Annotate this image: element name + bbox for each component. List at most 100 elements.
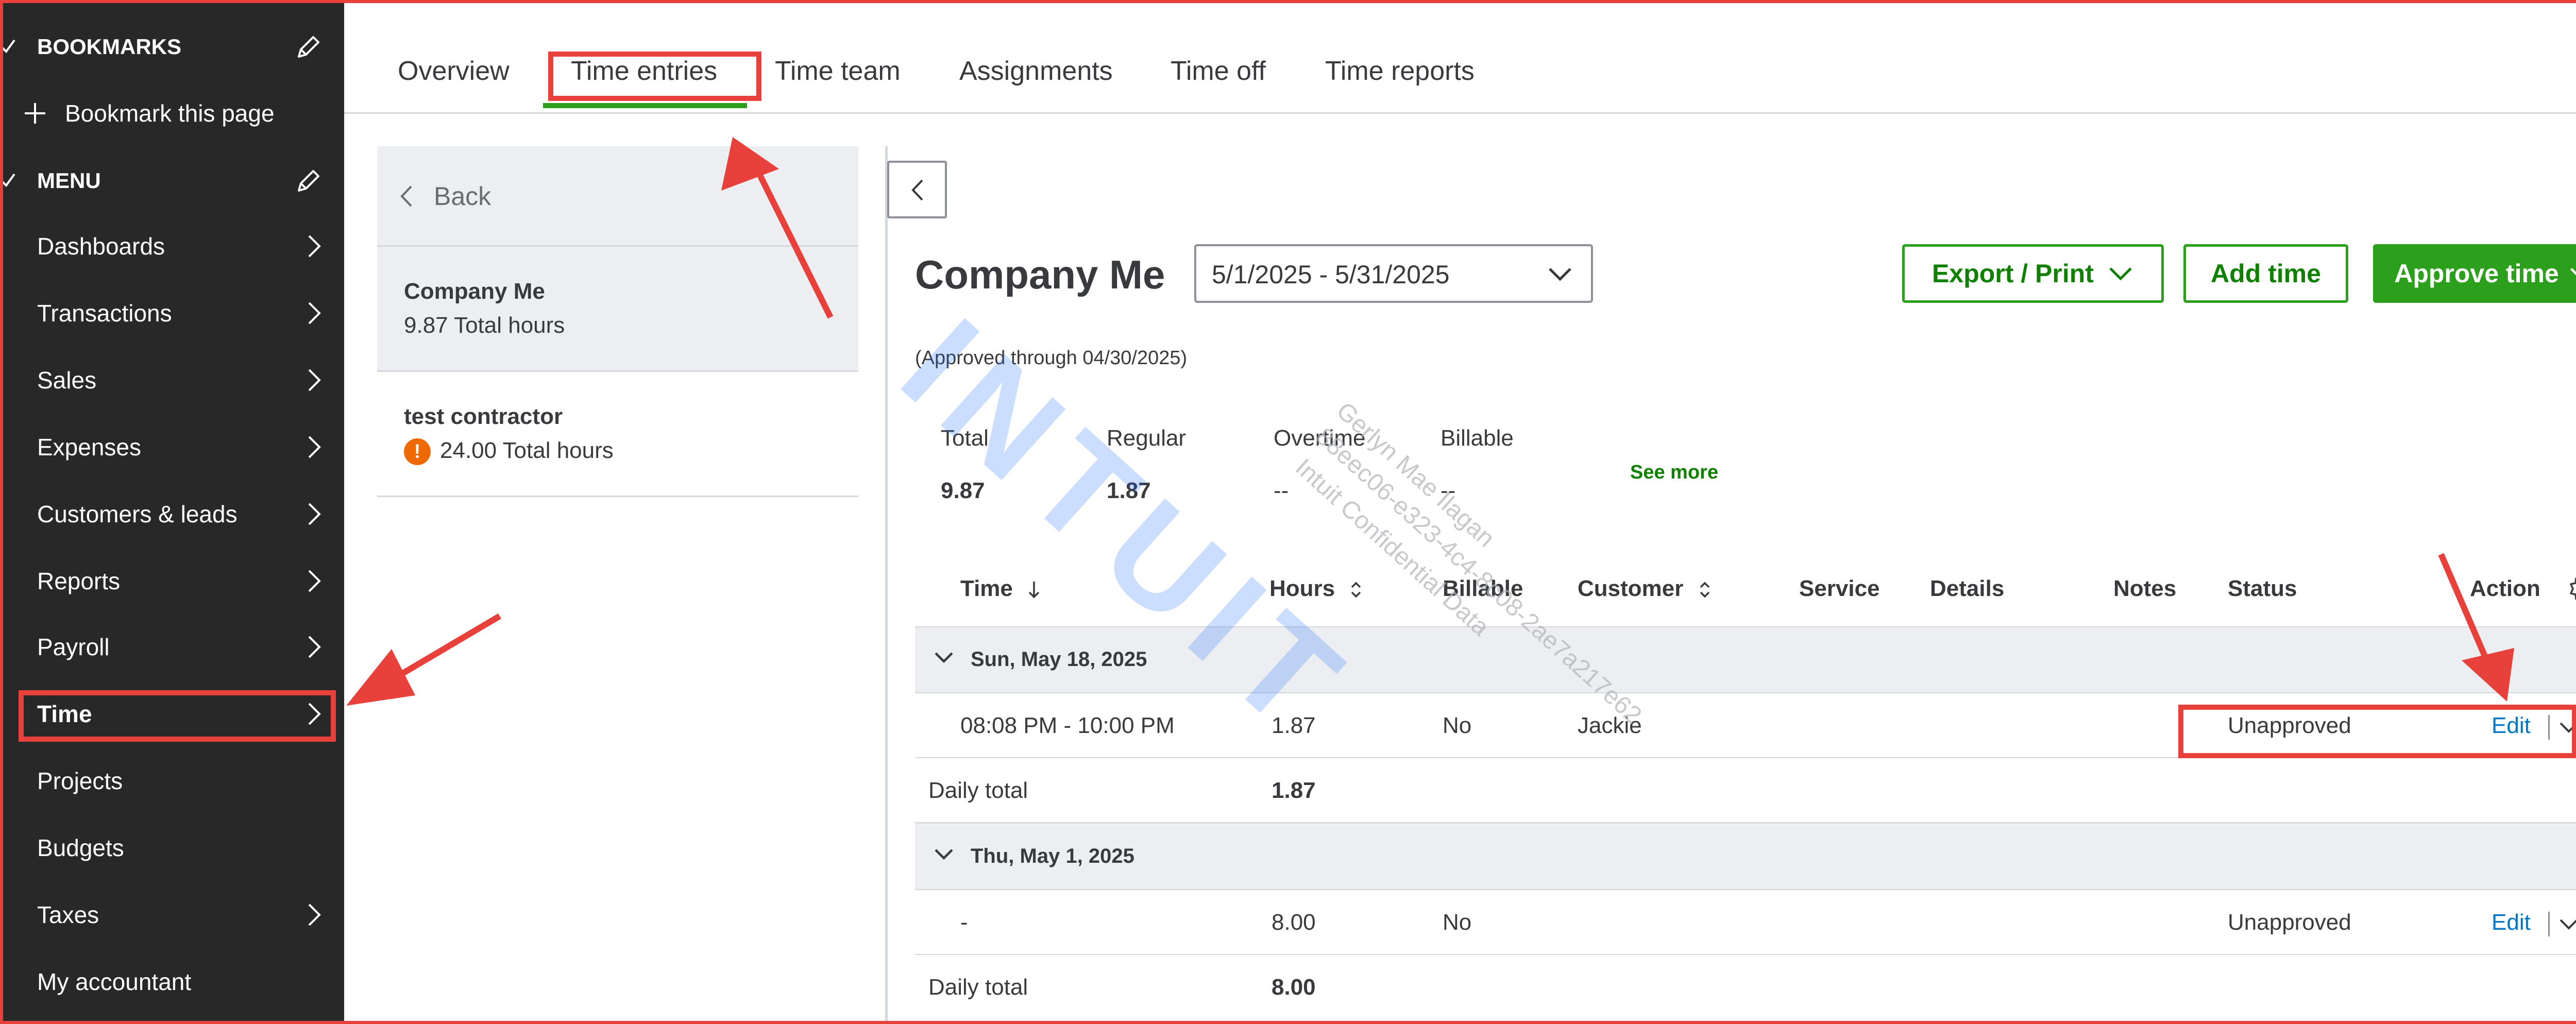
sidebar-item-budgets[interactable]: Budgets (0, 823, 344, 873)
person-name: Company Me (404, 279, 545, 304)
table-row[interactable]: - 8.00 No Unapproved Edit (915, 890, 2576, 955)
left-navigation: BOOKMARKS Bookmark this page MENU Dashbo… (0, 0, 344, 1024)
column-header-action: Action (2470, 576, 2540, 601)
group-date: Sun, May 18, 2025 (971, 648, 1147, 671)
menu-header[interactable]: MENU (0, 163, 344, 199)
warning-icon: ! (404, 438, 431, 466)
daily-total-row: Daily total 1.87 (915, 758, 2576, 824)
collapse-panel-button[interactable] (887, 161, 947, 218)
sidebar-item-dashboards[interactable]: Dashboards (0, 221, 344, 271)
export-print-button[interactable]: Export / Print (1902, 244, 2164, 303)
annotation-highlight-time-entries (548, 52, 761, 101)
chevron-right-icon (308, 235, 321, 258)
summary-overtime-value: -- (1274, 478, 1289, 503)
page-title: Company Me (915, 252, 1165, 297)
cell-time: - (960, 910, 968, 935)
bookmark-this-page-label: Bookmark this page (65, 100, 275, 127)
daily-total-label: Daily total (928, 975, 1028, 1000)
sort-icon (1351, 582, 1361, 598)
list-item[interactable]: test contractor ! 24.00 Total hours (377, 372, 858, 497)
arrow-to-time-menu (346, 613, 502, 706)
chevron-down-icon (935, 849, 953, 860)
pencil-icon[interactable] (294, 33, 323, 62)
column-header-service: Service (1799, 576, 1880, 601)
bookmarks-title: BOOKMARKS (37, 35, 181, 59)
sidebar-item-reports[interactable]: Reports (0, 556, 344, 606)
sidebar-item-expenses[interactable]: Expenses (0, 422, 344, 472)
chevron-down-icon (2109, 267, 2132, 281)
sidebar-item-customers-leads[interactable]: Customers & leads (0, 489, 344, 539)
column-header-notes: Notes (2113, 576, 2177, 601)
menu-title: MENU (37, 168, 101, 193)
export-print-label: Export / Print (1932, 259, 2094, 288)
sidebar-item-label: My accountant (37, 968, 192, 995)
sidebar-item-transactions[interactable]: Transactions (0, 288, 344, 338)
person-name: test contractor (404, 404, 563, 429)
chevron-right-icon (308, 369, 321, 391)
sidebar-item-taxes[interactable]: Taxes (0, 890, 344, 940)
list-item[interactable]: Company Me 9.87 Total hours (377, 247, 858, 372)
person-total-hours: 9.87 Total hours (404, 313, 565, 338)
date-range-select[interactable]: 5/1/2025 - 5/31/2025 (1194, 244, 1593, 303)
approve-time-button[interactable]: Approve time (2373, 244, 2576, 303)
daily-total-value: 8.00 (1272, 975, 1316, 1000)
chevron-down-icon[interactable] (2558, 917, 2576, 931)
chevron-down-icon (935, 652, 953, 663)
sidebar-item-my-accountant[interactable]: My accountant (0, 957, 344, 1006)
daily-total-value: 1.87 (1272, 778, 1316, 803)
column-header-label: Customer (1578, 576, 1684, 601)
cell-billable: No (1443, 910, 1472, 935)
tab-overview[interactable]: Overview (398, 56, 510, 87)
plus-icon (25, 103, 45, 124)
action-separator (2548, 912, 2550, 936)
table-group-row[interactable]: Thu, May 1, 2025 (915, 824, 2576, 891)
cell-status: Unapproved (2228, 910, 2351, 935)
chevron-left-icon (400, 185, 412, 207)
sidebar-item-projects[interactable]: Projects (0, 756, 344, 806)
column-header-time[interactable]: Time (960, 576, 1042, 602)
active-tab-indicator (543, 103, 747, 108)
cell-hours: 8.00 (1272, 910, 1316, 935)
tab-assignments[interactable]: Assignments (959, 56, 1113, 87)
add-time-label: Add time (2211, 259, 2321, 288)
date-range-value: 5/1/2025 - 5/31/2025 (1212, 260, 1450, 289)
pencil-icon[interactable] (294, 167, 323, 196)
edit-link[interactable]: Edit (2492, 910, 2531, 935)
cell-billable: No (1443, 713, 1472, 738)
column-header-label: Time (960, 576, 1013, 601)
chevron-right-icon (308, 436, 321, 458)
chevron-right-icon (308, 302, 321, 325)
bookmarks-header[interactable]: BOOKMARKS (0, 29, 344, 65)
chevron-right-icon (308, 636, 321, 658)
back-button[interactable]: Back (377, 146, 858, 247)
sidebar-item-label: Customers & leads (37, 501, 238, 527)
sidebar-item-sales[interactable]: Sales (0, 355, 344, 405)
column-header-details: Details (1930, 576, 2005, 601)
daily-total-row: Daily total 8.00 (915, 955, 2576, 1019)
annotation-highlight-time (19, 690, 336, 742)
daily-total-label: Daily total (928, 778, 1028, 803)
column-header-customer[interactable]: Customer (1578, 576, 1713, 602)
sidebar-item-label: Sales (37, 367, 97, 394)
person-total-hours: 24.00 Total hours (440, 438, 614, 463)
add-time-button[interactable]: Add time (2183, 244, 2348, 303)
sidebar-item-label: Transactions (37, 300, 172, 327)
sidebar-item-label: Taxes (37, 901, 99, 928)
sidebar-item-label: Reports (37, 568, 121, 594)
sidebar-item-label: Payroll (37, 634, 110, 660)
sidebar-item-label: Projects (37, 767, 123, 794)
tab-time-reports[interactable]: Time reports (1325, 56, 1475, 87)
check-icon (0, 173, 15, 187)
chevron-left-icon (911, 179, 923, 201)
chevron-down-icon (2570, 268, 2576, 276)
tab-time-off[interactable]: Time off (1171, 56, 1266, 87)
sidebar-item-payroll[interactable]: Payroll (0, 622, 344, 672)
bookmark-this-page-link[interactable]: Bookmark this page (21, 95, 275, 132)
see-more-link[interactable]: See more (1630, 462, 1718, 484)
sidebar-item-label: Expenses (37, 434, 142, 460)
group-date: Thu, May 1, 2025 (971, 845, 1134, 867)
tab-time-team[interactable]: Time team (775, 56, 901, 87)
sort-icon (1700, 582, 1709, 598)
gear-icon[interactable] (2568, 574, 2576, 604)
column-header-status: Status (2228, 576, 2297, 601)
